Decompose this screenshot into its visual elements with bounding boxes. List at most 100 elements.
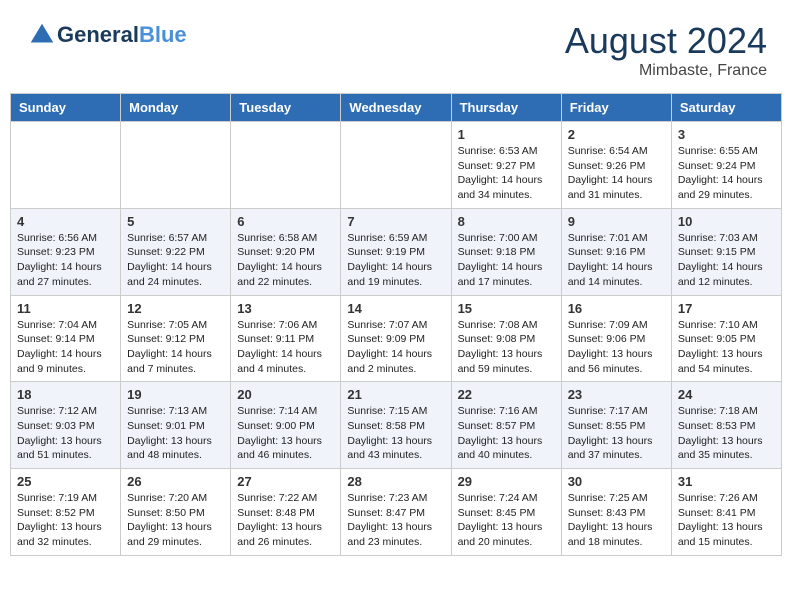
calendar-week-5: 25 Sunrise: 7:19 AM Sunset: 8:52 PM Dayli… xyxy=(11,469,782,556)
weekday-header-wednesday: Wednesday xyxy=(341,94,451,122)
day-number: 10 xyxy=(678,214,775,229)
day-number: 30 xyxy=(568,474,665,489)
day-number: 3 xyxy=(678,127,775,142)
calendar-week-2: 4 Sunrise: 6:56 AM Sunset: 9:23 PM Daylig… xyxy=(11,208,782,295)
day-number: 16 xyxy=(568,301,665,316)
day-number: 19 xyxy=(127,387,224,402)
day-info: Sunrise: 7:04 AM Sunset: 9:14 PM Dayligh… xyxy=(17,318,114,377)
month-year: August 2024 xyxy=(565,20,767,62)
day-info: Sunrise: 7:08 AM Sunset: 9:08 PM Dayligh… xyxy=(458,318,555,377)
day-number: 12 xyxy=(127,301,224,316)
day-number: 4 xyxy=(17,214,114,229)
logo-text: GeneralBlue xyxy=(57,23,187,47)
day-info: Sunrise: 7:22 AM Sunset: 8:48 PM Dayligh… xyxy=(237,491,334,550)
day-number: 28 xyxy=(347,474,444,489)
day-info: Sunrise: 6:55 AM Sunset: 9:24 PM Dayligh… xyxy=(678,144,775,203)
location: Mimbaste, France xyxy=(565,62,767,80)
weekday-header-monday: Monday xyxy=(121,94,231,122)
calendar-cell: 11Sunrise: 7:04 AM Sunset: 9:14 PM Dayli… xyxy=(11,295,121,382)
day-info: Sunrise: 6:54 AM Sunset: 9:26 PM Dayligh… xyxy=(568,144,665,203)
calendar-cell: 20 Sunrise: 7:14 AM Sunset: 9:00 PM Dayli… xyxy=(231,382,341,469)
calendar-cell: 10 Sunrise: 7:03 AM Sunset: 9:15 PM Dayli… xyxy=(671,208,781,295)
calendar-week-4: 18Sunrise: 7:12 AM Sunset: 9:03 PM Dayli… xyxy=(11,382,782,469)
calendar-week-3: 11Sunrise: 7:04 AM Sunset: 9:14 PM Dayli… xyxy=(11,295,782,382)
day-info: Sunrise: 7:00 AM Sunset: 9:18 PM Dayligh… xyxy=(458,231,555,290)
calendar-cell: 27 Sunrise: 7:22 AM Sunset: 8:48 PM Dayli… xyxy=(231,469,341,556)
day-info: Sunrise: 7:14 AM Sunset: 9:00 PM Dayligh… xyxy=(237,404,334,463)
day-info: Sunrise: 7:03 AM Sunset: 9:15 PM Dayligh… xyxy=(678,231,775,290)
logo: GeneralBlue xyxy=(25,20,187,50)
day-info: Sunrise: 6:57 AM Sunset: 9:22 PM Dayligh… xyxy=(127,231,224,290)
calendar-cell: 24 Sunrise: 7:18 AM Sunset: 8:53 PM Dayli… xyxy=(671,382,781,469)
calendar-cell: 8Sunrise: 7:00 AM Sunset: 9:18 PM Daylig… xyxy=(451,208,561,295)
calendar-cell: 19 Sunrise: 7:13 AM Sunset: 9:01 PM Dayli… xyxy=(121,382,231,469)
calendar-cell: 15 Sunrise: 7:08 AM Sunset: 9:08 PM Dayli… xyxy=(451,295,561,382)
day-number: 1 xyxy=(458,127,555,142)
day-number: 2 xyxy=(568,127,665,142)
calendar-cell: 28 Sunrise: 7:23 AM Sunset: 8:47 PM Dayli… xyxy=(341,469,451,556)
day-info: Sunrise: 6:56 AM Sunset: 9:23 PM Dayligh… xyxy=(17,231,114,290)
page-header: GeneralBlue August 2024 Mimbaste, France xyxy=(10,10,782,85)
day-info: Sunrise: 7:07 AM Sunset: 9:09 PM Dayligh… xyxy=(347,318,444,377)
day-info: Sunrise: 7:19 AM Sunset: 8:52 PM Dayligh… xyxy=(17,491,114,550)
day-number: 20 xyxy=(237,387,334,402)
day-number: 18 xyxy=(17,387,114,402)
weekday-header-saturday: Saturday xyxy=(671,94,781,122)
day-number: 22 xyxy=(458,387,555,402)
day-number: 23 xyxy=(568,387,665,402)
day-number: 27 xyxy=(237,474,334,489)
day-info: Sunrise: 7:09 AM Sunset: 9:06 PM Dayligh… xyxy=(568,318,665,377)
calendar-cell: 23 Sunrise: 7:17 AM Sunset: 8:55 PM Dayli… xyxy=(561,382,671,469)
day-number: 24 xyxy=(678,387,775,402)
calendar-cell: 4 Sunrise: 6:56 AM Sunset: 9:23 PM Daylig… xyxy=(11,208,121,295)
day-info: Sunrise: 7:25 AM Sunset: 8:43 PM Dayligh… xyxy=(568,491,665,550)
day-number: 25 xyxy=(17,474,114,489)
day-number: 31 xyxy=(678,474,775,489)
day-number: 29 xyxy=(458,474,555,489)
calendar-cell: 26 Sunrise: 7:20 AM Sunset: 8:50 PM Dayli… xyxy=(121,469,231,556)
calendar-cell xyxy=(231,122,341,209)
day-number: 14 xyxy=(347,301,444,316)
day-number: 13 xyxy=(237,301,334,316)
calendar-cell: 16 Sunrise: 7:09 AM Sunset: 9:06 PM Dayli… xyxy=(561,295,671,382)
calendar-cell xyxy=(341,122,451,209)
calendar-cell: 3 Sunrise: 6:55 AM Sunset: 9:24 PM Daylig… xyxy=(671,122,781,209)
day-info: Sunrise: 7:06 AM Sunset: 9:11 PM Dayligh… xyxy=(237,318,334,377)
calendar-cell: 5Sunrise: 6:57 AM Sunset: 9:22 PM Daylig… xyxy=(121,208,231,295)
day-info: Sunrise: 6:59 AM Sunset: 9:19 PM Dayligh… xyxy=(347,231,444,290)
calendar-table: SundayMondayTuesdayWednesdayThursdayFrid… xyxy=(10,93,782,556)
weekday-header-friday: Friday xyxy=(561,94,671,122)
calendar-cell: 13 Sunrise: 7:06 AM Sunset: 9:11 PM Dayli… xyxy=(231,295,341,382)
day-info: Sunrise: 7:15 AM Sunset: 8:58 PM Dayligh… xyxy=(347,404,444,463)
day-number: 6 xyxy=(237,214,334,229)
calendar-cell: 17Sunrise: 7:10 AM Sunset: 9:05 PM Dayli… xyxy=(671,295,781,382)
day-number: 7 xyxy=(347,214,444,229)
day-info: Sunrise: 7:23 AM Sunset: 8:47 PM Dayligh… xyxy=(347,491,444,550)
calendar-cell: 12 Sunrise: 7:05 AM Sunset: 9:12 PM Dayli… xyxy=(121,295,231,382)
calendar-cell: 31 Sunrise: 7:26 AM Sunset: 8:41 PM Dayli… xyxy=(671,469,781,556)
day-info: Sunrise: 7:20 AM Sunset: 8:50 PM Dayligh… xyxy=(127,491,224,550)
calendar-cell: 1 Sunrise: 6:53 AM Sunset: 9:27 PM Daylig… xyxy=(451,122,561,209)
calendar-cell: 18Sunrise: 7:12 AM Sunset: 9:03 PM Dayli… xyxy=(11,382,121,469)
calendar-cell: 25 Sunrise: 7:19 AM Sunset: 8:52 PM Dayli… xyxy=(11,469,121,556)
weekday-header-sunday: Sunday xyxy=(11,94,121,122)
day-info: Sunrise: 7:18 AM Sunset: 8:53 PM Dayligh… xyxy=(678,404,775,463)
day-number: 26 xyxy=(127,474,224,489)
day-info: Sunrise: 7:05 AM Sunset: 9:12 PM Dayligh… xyxy=(127,318,224,377)
calendar-cell xyxy=(121,122,231,209)
calendar-cell: 9Sunrise: 7:01 AM Sunset: 9:16 PM Daylig… xyxy=(561,208,671,295)
day-info: Sunrise: 6:53 AM Sunset: 9:27 PM Dayligh… xyxy=(458,144,555,203)
day-info: Sunrise: 7:17 AM Sunset: 8:55 PM Dayligh… xyxy=(568,404,665,463)
calendar-week-1: 1 Sunrise: 6:53 AM Sunset: 9:27 PM Daylig… xyxy=(11,122,782,209)
logo-icon xyxy=(27,20,57,50)
day-info: Sunrise: 7:10 AM Sunset: 9:05 PM Dayligh… xyxy=(678,318,775,377)
day-info: Sunrise: 7:13 AM Sunset: 9:01 PM Dayligh… xyxy=(127,404,224,463)
day-info: Sunrise: 7:16 AM Sunset: 8:57 PM Dayligh… xyxy=(458,404,555,463)
weekday-header-row: SundayMondayTuesdayWednesdayThursdayFrid… xyxy=(11,94,782,122)
day-number: 21 xyxy=(347,387,444,402)
weekday-header-tuesday: Tuesday xyxy=(231,94,341,122)
day-info: Sunrise: 7:26 AM Sunset: 8:41 PM Dayligh… xyxy=(678,491,775,550)
title-block: August 2024 Mimbaste, France xyxy=(565,20,767,80)
day-number: 15 xyxy=(458,301,555,316)
day-number: 9 xyxy=(568,214,665,229)
